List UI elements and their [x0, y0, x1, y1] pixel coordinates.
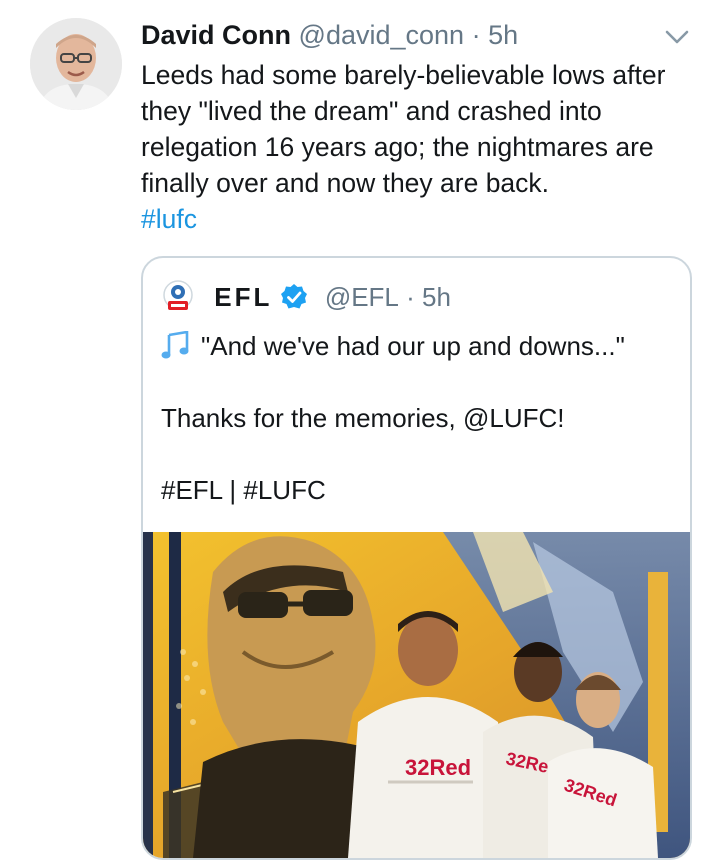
quoted-author-name[interactable]: EFL: [214, 282, 272, 312]
tweet-time[interactable]: 5h: [488, 20, 518, 50]
verified-badge-icon: [280, 284, 307, 309]
author-avatar[interactable]: [30, 18, 122, 110]
quoted-tweet[interactable]: EFL @EFL · 5h "And we've had our up and …: [141, 256, 692, 860]
author-handle[interactable]: @david_conn: [299, 20, 465, 50]
quoted-line-1-row: "And we've had our up and downs...": [161, 328, 671, 364]
separator: ·: [471, 20, 481, 50]
tweet-header: David Conn @david_conn · 5h: [141, 18, 518, 52]
quoted-line-3: #EFL | #LUFC: [161, 475, 326, 505]
quoted-tweet-header: EFL @EFL · 5h: [161, 277, 451, 313]
musical-notes-icon: [161, 331, 189, 359]
quoted-media-image[interactable]: 32Red 32Re 32Red: [143, 532, 690, 858]
quoted-author-handle[interactable]: @EFL: [325, 282, 399, 312]
jersey-sponsor-1: 32Red: [405, 755, 471, 780]
efl-logo-icon: [163, 280, 193, 311]
quoted-tweet-time[interactable]: 5h: [422, 282, 451, 312]
hashtag-link[interactable]: #lufc: [141, 201, 706, 237]
avatar-photo: [30, 18, 122, 110]
tweet-text: Leeds had some barely-believable lows af…: [141, 57, 706, 237]
author-name[interactable]: David Conn: [141, 20, 291, 50]
chevron-down-icon[interactable]: [662, 26, 692, 48]
quoted-line-1: "And we've had our up and downs...": [201, 331, 625, 361]
quoted-tweet-body: "And we've had our up and downs..." Than…: [161, 328, 671, 508]
quoted-line-2: Thanks for the memories, @LUFC!: [161, 403, 565, 433]
tweet-body: Leeds had some barely-believable lows af…: [141, 60, 666, 198]
quoted-separator: ·: [406, 282, 415, 313]
